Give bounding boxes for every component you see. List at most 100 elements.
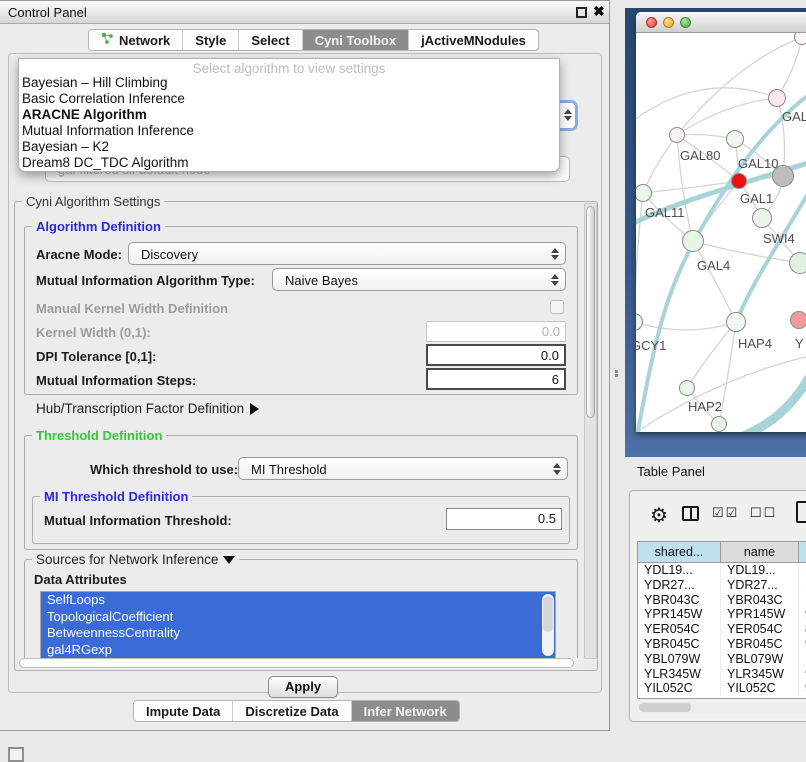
data-attribute-item[interactable]: TopologicalCoefficient (41, 609, 555, 626)
node-label: Y (795, 336, 804, 351)
node-table[interactable]: shared... name A YDL19...YDL19...13YDR27… (637, 541, 806, 699)
minimize-traffic-icon[interactable] (663, 17, 674, 28)
scrollbar-thumb[interactable] (639, 703, 691, 712)
network-node-hap2[interactable] (679, 380, 695, 396)
select-all-checkboxes-icon[interactable]: ☑☑ (712, 505, 739, 521)
minimized-panel-icon[interactable] (8, 747, 24, 762)
manual-kernel-checkbox[interactable] (550, 300, 564, 314)
table-cell: YLR345W (638, 667, 721, 682)
network-node-y[interactable] (790, 311, 806, 329)
table-row[interactable]: YBR043CYBR043C (638, 593, 806, 608)
zoom-traffic-icon[interactable] (680, 17, 691, 28)
combo-spinner-icon (550, 248, 559, 260)
network-node-gal80[interactable] (669, 127, 685, 143)
table-cell: YBR043C (721, 593, 799, 608)
hub-definition-toggle[interactable]: Hub/Transcription Factor Definition (36, 401, 259, 416)
data-attribute-item[interactable]: BetweennessCentrality (41, 625, 555, 642)
new-table-icon[interactable] (796, 501, 806, 523)
data-attribute-item[interactable]: SelfLoops (41, 592, 555, 609)
aracne-mode-combo[interactable]: Discovery (128, 242, 566, 265)
list-scrollbar[interactable] (542, 594, 554, 656)
table-row[interactable]: YDL19...YDL19...13 (638, 563, 806, 578)
data-attributes-list[interactable]: SelfLoopsTopologicalCoefficientBetweenne… (40, 591, 556, 659)
settings-scrollbar[interactable] (584, 203, 597, 659)
mi-steps-field[interactable]: 6 (426, 368, 566, 390)
sources-group-title[interactable]: Sources for Network Inference (32, 552, 239, 567)
network-node[interactable] (789, 252, 806, 274)
table-cell: 12 (799, 578, 806, 593)
mi-threshold-group-title: MI Threshold Definition (40, 489, 192, 504)
manual-kernel-label: Manual Kernel Width Definition (36, 301, 228, 316)
scrollbar-thumb[interactable] (586, 206, 595, 418)
node-label: GAL80 (680, 148, 720, 163)
float-window-icon[interactable] (576, 7, 587, 18)
network-node-gal1[interactable] (731, 173, 747, 189)
table-row[interactable]: YLR345WYLR345W9. (638, 667, 806, 682)
algorithm-option[interactable]: Dream8 DC_TDC Algorithm (22, 155, 552, 171)
node-label: GAL1 (740, 191, 773, 206)
table-cell: 8. (799, 622, 806, 637)
mi-threshold-field[interactable]: 0.5 (446, 508, 562, 530)
tab-cyni-toolbox[interactable]: Cyni Toolbox (303, 30, 409, 50)
network-node[interactable] (711, 416, 727, 432)
network-node-gal10[interactable] (726, 130, 744, 148)
scrollbar-thumb[interactable] (543, 596, 553, 632)
settings-hscrollbar[interactable] (18, 658, 584, 668)
network-node-gal[interactable] (768, 89, 786, 107)
table-row[interactable]: YPR145WYPR145W9. (638, 607, 806, 622)
apply-button[interactable]: Apply (268, 676, 338, 698)
expand-right-icon (250, 403, 259, 415)
column-header-partial[interactable]: A (799, 542, 806, 563)
tab-discretize-data[interactable]: Discretize Data (233, 701, 351, 721)
table-row[interactable]: YBR045CYBR045C9. (638, 637, 806, 652)
network-node-swi4[interactable] (752, 208, 772, 228)
table-row[interactable]: YER054CYER054C8. (638, 622, 806, 637)
columns-icon[interactable] (682, 506, 699, 521)
gear-icon[interactable]: ⚙ (650, 503, 668, 528)
table-panel-title: Table Panel (637, 464, 705, 479)
kernel-width-field[interactable]: 0.0 (426, 321, 566, 342)
table-row[interactable]: YBL079WYBL079W (638, 652, 806, 667)
close-traffic-icon[interactable] (646, 17, 657, 28)
which-threshold-combo[interactable]: MI Threshold (238, 457, 568, 480)
table-hscrollbar[interactable] (637, 702, 806, 713)
table-panel-titlebar: Table Panel (625, 458, 806, 484)
control-panel-window: Control Panel ✖ Network Style Select Cyn… (0, 0, 610, 731)
column-header-name[interactable]: name (721, 542, 799, 563)
table-cell: YLR345W (721, 667, 799, 682)
dpi-tolerance-field[interactable]: 0.0 (426, 344, 566, 366)
node-label: GCY1 (636, 338, 666, 353)
network-node-gal4[interactable] (682, 230, 704, 252)
algorithm-option[interactable]: Bayesian – Hill Climbing (22, 75, 552, 91)
table-panel: ⚙ ☑☑ ☐☐ shared... name A YDL19...YDL19..… (629, 490, 806, 722)
tab-impute-data[interactable]: Impute Data (134, 701, 233, 721)
network-canvas[interactable]: GALGAL80GAL10GAL1GAL11SWI4GAL4GCY1HAP4YH… (636, 33, 806, 432)
tab-select[interactable]: Select (239, 30, 302, 50)
close-icon[interactable]: ✖ (593, 3, 605, 20)
tab-jactivemnodules[interactable]: jActiveMNodules (409, 30, 538, 50)
algorithm-option[interactable]: Basic Correlation Inference (22, 91, 552, 107)
table-cell (799, 652, 806, 667)
tab-infer-network[interactable]: Infer Network (352, 701, 459, 721)
mi-algorithm-type-combo[interactable]: Naive Bayes (272, 268, 566, 291)
algorithm-option[interactable]: ARACNE Algorithm (22, 107, 552, 123)
tab-network[interactable]: Network (89, 30, 183, 50)
scrollbar-thumb[interactable] (19, 658, 574, 668)
algorithm-option[interactable]: Mutual Information Inference (22, 123, 552, 139)
network-node[interactable] (772, 165, 794, 187)
algorithm-option[interactable]: Bayesian – K2 (22, 139, 552, 155)
deselect-all-checkboxes-icon[interactable]: ☐☐ (750, 505, 777, 521)
node-label: SWI4 (763, 231, 795, 246)
network-window-titlebar[interactable] (636, 12, 806, 33)
data-attribute-item[interactable]: gal4RGexp (41, 642, 555, 659)
kernel-width-label: Kernel Width (0,1): (36, 325, 151, 340)
table-row[interactable]: YIL052CYIL052C9 (638, 681, 806, 696)
splitpane-grip[interactable] (615, 369, 620, 379)
network-node-hap4[interactable] (726, 312, 746, 332)
column-header-shared-name[interactable]: shared... (638, 542, 721, 563)
tab-style[interactable]: Style (183, 30, 239, 50)
network-view-window: GALGAL80GAL10GAL1GAL11SWI4GAL4GCY1HAP4YH… (636, 12, 806, 432)
settings-group-title: Cyni Algorithm Settings (22, 194, 164, 209)
table-row[interactable]: YDR27...YDR27...12 (638, 578, 806, 593)
control-panel-title: Control Panel (8, 5, 87, 20)
